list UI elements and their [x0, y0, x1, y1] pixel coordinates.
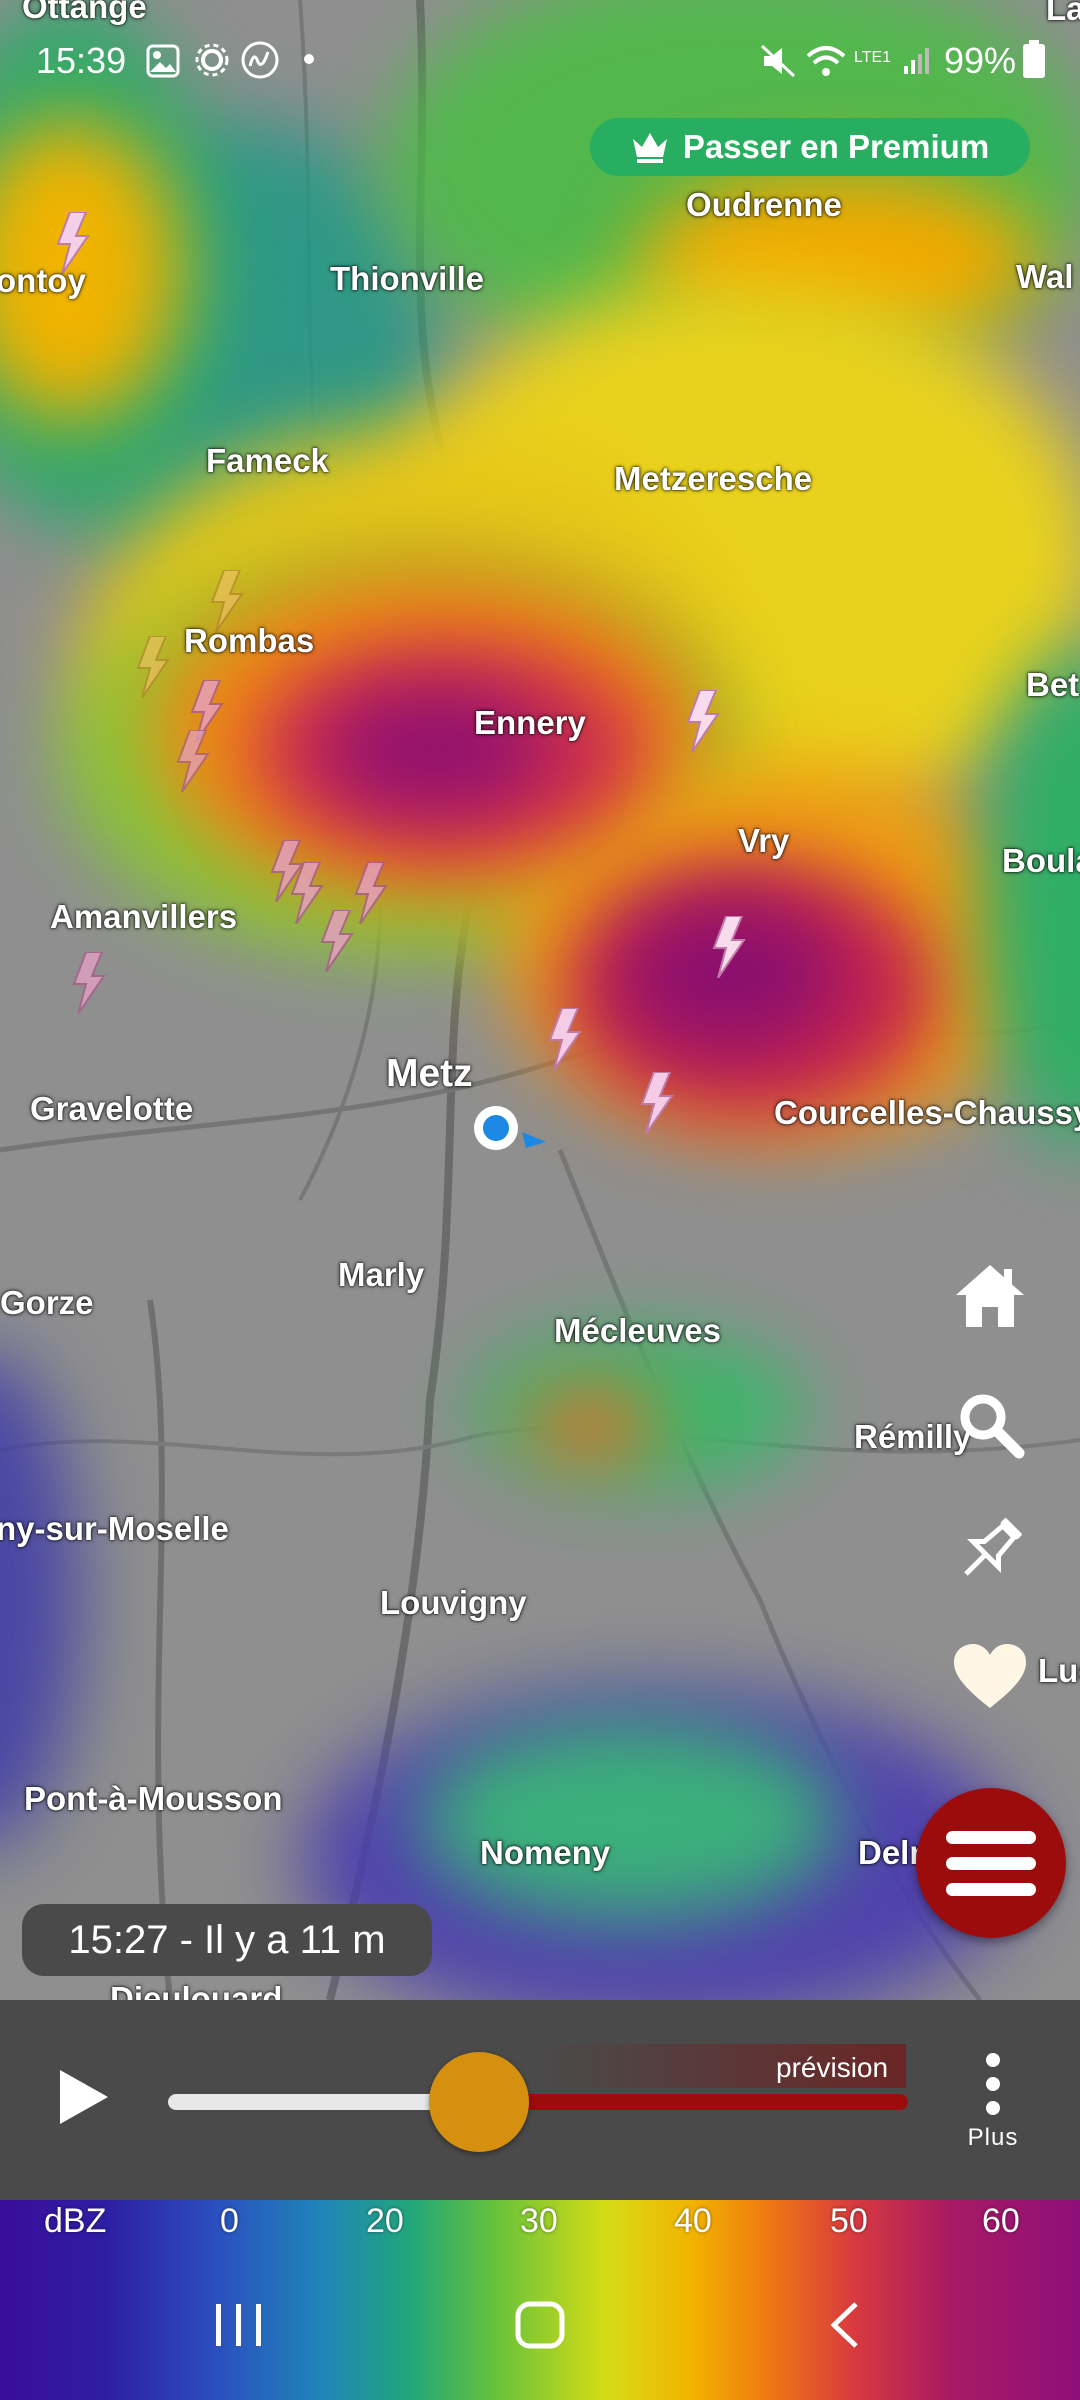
- app-status-icon: [241, 41, 279, 79]
- menu-icon: [946, 1830, 1036, 1844]
- playback-controls: prévision Plus: [0, 2000, 1080, 2200]
- city-label: Gravelotte: [30, 1090, 194, 1127]
- lightning-icon: [712, 916, 746, 978]
- legend-tick: 60: [982, 2202, 1020, 2240]
- city-label: Pont-à-Mousson: [24, 1780, 283, 1817]
- city-label: Luc: [1038, 1652, 1080, 1689]
- gallery-icon: [146, 44, 180, 78]
- status-time: 15:39: [36, 40, 127, 81]
- lightning-icon: [290, 862, 324, 924]
- city-label: Courcelles-Chaussy: [774, 1094, 1080, 1131]
- recent-apps-icon[interactable]: [212, 2300, 266, 2350]
- city-label: Rombas: [184, 622, 315, 659]
- legend-tick: 20: [366, 2202, 404, 2240]
- network-type: LTE1: [854, 49, 892, 66]
- pin-icon: [964, 1518, 1022, 1576]
- mute-icon: [760, 44, 796, 78]
- location-marker-icon[interactable]: [470, 1102, 550, 1162]
- favorite-button[interactable]: [950, 1636, 1030, 1716]
- city-label: Bet: [1026, 666, 1080, 703]
- timeline-thumb[interactable]: [428, 2052, 529, 2152]
- home-button[interactable]: [950, 1256, 1030, 1336]
- more-button[interactable]: Plus: [960, 2052, 1026, 2152]
- wifi-icon: [806, 46, 846, 76]
- play-icon[interactable]: [56, 2068, 110, 2126]
- lightning-icon: [354, 862, 388, 924]
- city-label: Ennery: [474, 704, 586, 741]
- radar-map[interactable]: Ottange La Oudrenne ontoy Thionville Wal…: [0, 0, 1080, 2000]
- legend-tick: 50: [830, 2202, 868, 2240]
- city-label: Nomeny: [480, 1834, 611, 1871]
- notification-dot-icon: [304, 54, 314, 64]
- city-label: Fameck: [206, 442, 329, 479]
- search-icon: [960, 1394, 1025, 1459]
- timestamp-label: 15:27 - Il y a 11 m: [22, 1904, 432, 1976]
- menu-icon-line: [946, 1856, 1036, 1870]
- city-label: Oudrenne: [686, 186, 842, 223]
- city-label: Wal: [1016, 258, 1074, 295]
- heart-icon: [954, 1644, 1026, 1708]
- back-icon[interactable]: [826, 2300, 862, 2350]
- lightning-icon: [640, 1072, 674, 1134]
- city-label: Metzeresche: [614, 460, 813, 497]
- city-label: Thionville: [330, 260, 485, 297]
- settings-icon: [195, 43, 229, 77]
- battery-icon: [1023, 40, 1045, 78]
- more-vertical-icon: [986, 2053, 1000, 2115]
- city-label: Marly: [338, 1256, 425, 1293]
- home-nav-icon[interactable]: [514, 2300, 566, 2350]
- signal-icon: [904, 48, 929, 74]
- city-label: Louvigny: [380, 1584, 527, 1621]
- city-label: Mécleuves: [554, 1312, 721, 1349]
- city-label: ny-sur-Moselle: [0, 1510, 229, 1547]
- lightning-icon: [320, 910, 354, 972]
- home-icon: [956, 1265, 1024, 1327]
- timeline-track[interactable]: [168, 2094, 908, 2110]
- legend-tick: 30: [520, 2202, 558, 2240]
- lightning-icon: [686, 690, 720, 752]
- legend-tick: 40: [674, 2202, 712, 2240]
- city-label: Gorze: [0, 1284, 94, 1321]
- premium-label: Passer en Premium: [682, 128, 990, 165]
- lightning-icon: [548, 1008, 582, 1070]
- city-label: Amanvillers: [50, 898, 238, 935]
- pin-button[interactable]: [950, 1510, 1030, 1590]
- lightning-icon: [72, 952, 106, 1014]
- legend-unit: dBZ: [44, 2202, 107, 2240]
- more-label: Plus: [967, 2124, 1019, 2151]
- menu-icon-line: [946, 1882, 1036, 1896]
- lightning-icon: [136, 636, 170, 698]
- search-button[interactable]: [950, 1384, 1030, 1464]
- dbz-legend: dBZ 0 20 30 40 50 60: [0, 2200, 1080, 2400]
- city-label: Boula: [1002, 842, 1080, 879]
- city-label: ontoy: [0, 262, 86, 299]
- premium-button[interactable]: Passer en Premium: [590, 118, 1030, 176]
- city-label: Vry: [738, 822, 790, 859]
- menu-button[interactable]: [916, 1788, 1066, 1938]
- city-label-metz: Metz: [386, 1052, 473, 1095]
- battery-percent: 99%: [944, 40, 1017, 81]
- lightning-icon: [176, 730, 210, 792]
- legend-tick: 0: [220, 2202, 239, 2240]
- crown-icon: [632, 133, 667, 163]
- status-bar: 15:39 LTE1 99%: [0, 0, 1080, 120]
- forecast-label: prévision: [776, 2052, 889, 2083]
- city-label: Dieulouard: [110, 1980, 283, 2000]
